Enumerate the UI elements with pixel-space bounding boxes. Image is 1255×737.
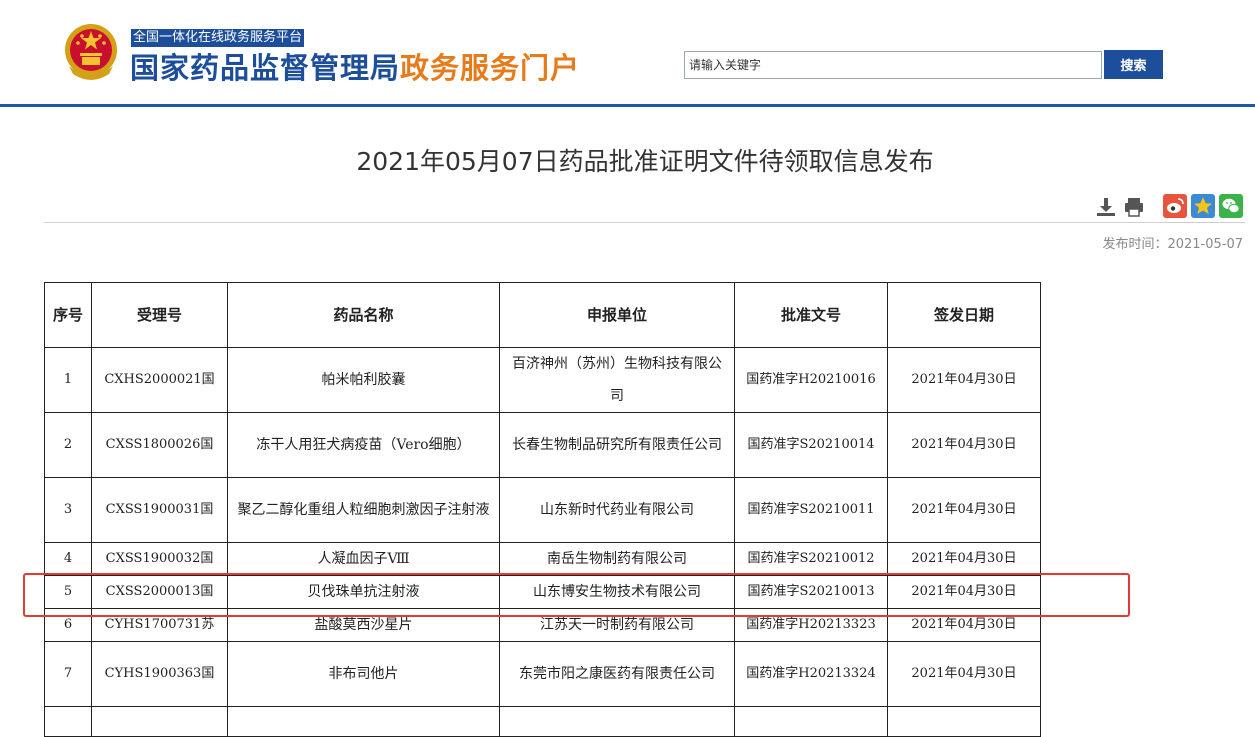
col-header-accept-no: 受理号 [91, 282, 228, 348]
weibo-icon[interactable] [1163, 194, 1187, 218]
table-header-row: 序号 受理号 药品名称 申报单位 批准文号 签发日期 [44, 282, 1041, 348]
cell-drug: 贝伐珠单抗注射液 [227, 575, 500, 609]
col-header-no: 序号 [44, 282, 92, 348]
site-title-main: 国家药品监督管理局 [130, 51, 401, 85]
wechat-icon[interactable] [1219, 194, 1243, 218]
cell-date: 2021年04月30日 [887, 641, 1041, 707]
col-header-approval: 批准文号 [734, 282, 888, 348]
cell-date: 2021年04月30日 [887, 542, 1041, 576]
cell-accept-no: CXHS2000021国 [91, 347, 228, 413]
cell-drug: 人凝血因子Ⅷ [227, 542, 500, 576]
cell-no: 5 [44, 575, 92, 609]
cell-date: 2021年04月30日 [887, 477, 1041, 543]
cell-empty [227, 706, 500, 737]
table-row: 6 CYHS1700731苏 盐酸莫西沙星片 江苏天一时制药有限公司 国药准字H… [44, 608, 1041, 642]
site-title-accent: 政务服务门户 [400, 51, 581, 85]
cell-applicant: 江苏天一时制药有限公司 [499, 608, 735, 642]
cell-approval: 国药准字S20210014 [734, 412, 888, 478]
cell-accept-no: CXSS2000013国 [91, 575, 228, 609]
national-emblem-icon [65, 24, 117, 80]
cell-approval: 国药准字H20210016 [734, 347, 888, 413]
cell-approval: 国药准字S20210013 [734, 575, 888, 609]
cell-accept-no: CXSS1800026国 [91, 412, 228, 478]
col-header-drug: 药品名称 [227, 282, 500, 348]
cell-no: 3 [44, 477, 92, 543]
cell-accept-no: CXSS1900031国 [91, 477, 228, 543]
site-header: 全国一体化在线政务服务平台 国家药品监督管理局政务服务门户 搜索 [0, 0, 1255, 108]
col-header-date: 签发日期 [887, 282, 1041, 348]
col-header-applicant: 申报单位 [499, 282, 735, 348]
article-title: 2021年05月07日药品批准证明文件待领取信息发布 [356, 147, 934, 176]
cell-applicant: 东莞市阳之康医药有限责任公司 [499, 641, 735, 707]
cell-accept-no: CYHS1900363国 [91, 641, 228, 707]
cell-accept-no: CYHS1700731苏 [91, 608, 228, 642]
table-row: 4 CXSS1900032国 人凝血因子Ⅷ 南岳生物制药有限公司 国药准字S20… [44, 542, 1041, 576]
cell-drug: 聚乙二醇化重组人粒细胞刺激因子注射液 [227, 477, 500, 543]
table-row: 2 CXSS1800026国 冻干人用狂犬病疫苗（Vero细胞） 长春生物制品研… [44, 412, 1041, 478]
cell-drug: 盐酸莫西沙星片 [227, 608, 500, 642]
cell-applicant: 南岳生物制药有限公司 [499, 542, 735, 576]
site-title[interactable]: 国家药品监督管理局政务服务门户 [130, 50, 580, 86]
cell-applicant: 长春生物制品研究所有限责任公司 [499, 412, 735, 478]
cell-applicant: 山东新时代药业有限公司 [499, 477, 735, 543]
cell-no: 7 [44, 641, 92, 707]
table-row: 3 CXSS1900031国 聚乙二醇化重组人粒细胞刺激因子注射液 山东新时代药… [44, 477, 1041, 543]
platform-tag[interactable]: 全国一体化在线政务服务平台 [131, 29, 305, 47]
table-row: 7 CYHS1900363国 非布司他片 东莞市阳之康医药有限责任公司 国药准字… [44, 641, 1041, 707]
cell-drug: 帕米帕利胶囊 [227, 347, 500, 413]
cell-empty [44, 706, 92, 737]
cell-empty [887, 706, 1041, 737]
download-icon[interactable] [1094, 195, 1118, 219]
cell-date: 2021年04月30日 [887, 412, 1041, 478]
cell-approval: 国药准字S20210011 [734, 477, 888, 543]
print-icon[interactable] [1122, 195, 1146, 219]
approval-table: 序号 受理号 药品名称 申报单位 批准文号 签发日期 1 CXHS2000021… [44, 282, 1041, 737]
search-input[interactable] [684, 51, 1102, 79]
cell-empty [499, 706, 735, 737]
cell-empty [734, 706, 888, 737]
cell-applicant: 山东博安生物技术有限公司 [499, 575, 735, 609]
cell-no: 1 [44, 347, 92, 413]
cell-date: 2021年04月30日 [887, 575, 1041, 609]
cell-no: 4 [44, 542, 92, 576]
cell-no: 6 [44, 608, 92, 642]
cell-no: 2 [44, 412, 92, 478]
cell-empty [91, 706, 228, 737]
header-divider [0, 104, 1255, 107]
cell-applicant: 百济神州（苏州）生物科技有限公司 [499, 347, 735, 413]
cell-approval: 国药准字S20210012 [734, 542, 888, 576]
title-divider [44, 222, 1245, 223]
cell-approval: 国药准字H20213323 [734, 608, 888, 642]
table-row [44, 706, 1041, 737]
cell-drug: 非布司他片 [227, 641, 500, 707]
cell-drug: 冻干人用狂犬病疫苗（Vero细胞） [227, 412, 500, 478]
publish-time: 发布时间：2021-05-07 [1102, 237, 1243, 252]
cell-date: 2021年04月30日 [887, 608, 1041, 642]
favorite-icon[interactable] [1191, 194, 1215, 218]
cell-date: 2021年04月30日 [887, 347, 1041, 413]
cell-approval: 国药准字H20213324 [734, 641, 888, 707]
table-row: 5 CXSS2000013国 贝伐珠单抗注射液 山东博安生物技术有限公司 国药准… [44, 575, 1041, 609]
cell-accept-no: CXSS1900032国 [91, 542, 228, 576]
search-button[interactable]: 搜索 [1104, 50, 1163, 79]
table-row: 1 CXHS2000021国 帕米帕利胶囊 百济神州（苏州）生物科技有限公司 国… [44, 347, 1041, 413]
